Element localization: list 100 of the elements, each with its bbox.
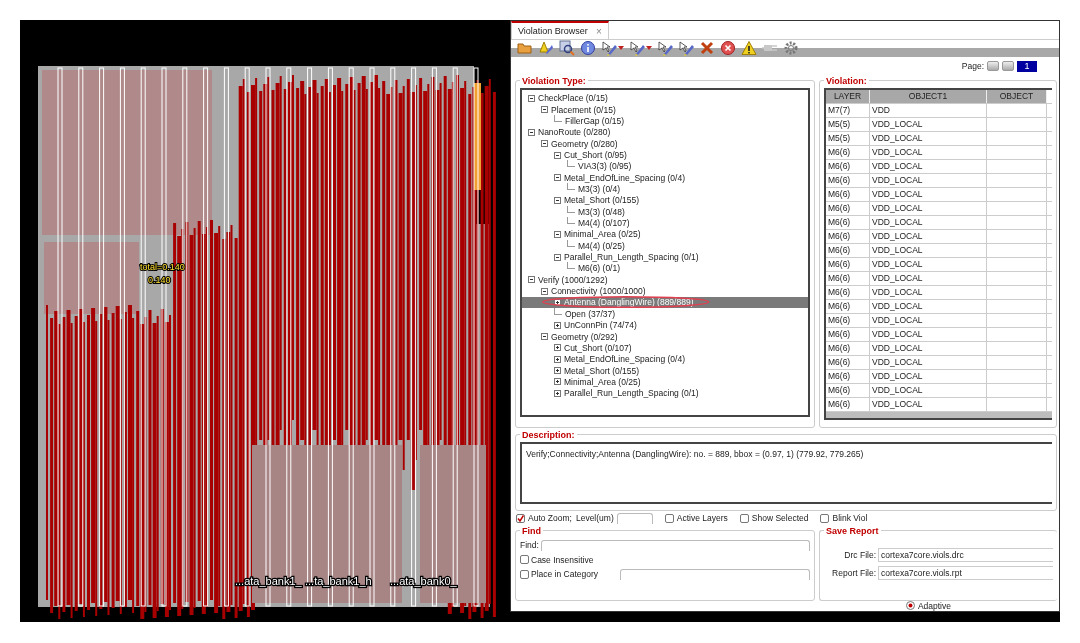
collapse-icon[interactable] xyxy=(554,151,561,159)
checkbox-label[interactable]: Blink Viol xyxy=(832,513,868,524)
tree-item[interactable]: M3(3) (0/48) xyxy=(578,206,625,217)
pen-icon[interactable] xyxy=(657,40,673,57)
table-cell: M6(6) xyxy=(826,201,870,215)
collapse-icon[interactable] xyxy=(528,128,535,136)
table-cell: M7(7) xyxy=(826,103,870,117)
page-field[interactable]: 1 xyxy=(1017,60,1037,72)
pen-icon[interactable] xyxy=(678,40,694,57)
input-field[interactable] xyxy=(540,539,810,551)
tree-item[interactable]: M6(6) (0/1) xyxy=(578,263,621,274)
column-header[interactable]: OBJECT xyxy=(987,89,1047,103)
tree-item[interactable]: Cut_Short (0/107) xyxy=(564,342,632,353)
caret-icon[interactable] xyxy=(618,46,624,51)
warning-icon[interactable] xyxy=(741,40,757,57)
checkbox-label[interactable]: Active Layers xyxy=(676,513,728,524)
expand-icon[interactable] xyxy=(554,355,561,363)
tree-item[interactable]: M4(4) (0/107) xyxy=(578,218,630,229)
checkbox[interactable] xyxy=(516,513,525,523)
table-cell: VDD_LOCAL xyxy=(870,285,987,299)
tree-item[interactable]: Placement (0/15) xyxy=(551,104,616,115)
input-field[interactable]: cortexa7core.viols.rpt xyxy=(878,565,1053,580)
zoom-icon[interactable] xyxy=(559,40,575,57)
pen-icon[interactable] xyxy=(601,40,617,57)
tree-item[interactable]: Metal_EndOfLine_Spacing (0/4) xyxy=(564,172,685,183)
tree-item[interactable]: UnConnPin (74/74) xyxy=(564,320,637,331)
checkbox-label[interactable]: Place in Category xyxy=(531,569,599,580)
expand-icon[interactable] xyxy=(554,321,561,329)
checkbox[interactable] xyxy=(664,513,674,523)
field-label: Level(um) xyxy=(575,513,614,524)
group-title: Save Report xyxy=(825,525,880,536)
input-field[interactable]: cortexa7core.viols.drc xyxy=(878,547,1053,562)
tree-item[interactable]: Metal_Short (0/155) xyxy=(564,365,640,376)
tree-item[interactable]: FillerGap (0/15) xyxy=(565,116,625,126)
tree-item[interactable]: Minimal_Area (0/25) xyxy=(564,376,641,387)
collapse-icon[interactable] xyxy=(541,140,548,148)
expand-icon[interactable] xyxy=(554,378,561,386)
marker-icon[interactable] xyxy=(538,40,554,57)
tree-item[interactable]: Geometry (0/280) xyxy=(551,138,618,149)
table-cell: M5(5) xyxy=(826,131,870,145)
description-text: Verify;Connectivity;Antenna (DanglingWire): no. = 889, bbox = (0.97, 1) (779.92, 779.265) xyxy=(526,448,864,459)
collapse-icon[interactable] xyxy=(528,94,535,102)
expand-icon[interactable] xyxy=(554,389,561,397)
tree-item[interactable]: Parallel_Run_Length_Spacing (0/1) xyxy=(564,252,699,263)
scrollbar[interactable] xyxy=(826,411,1052,418)
collapse-icon[interactable] xyxy=(541,106,548,114)
checkbox-label[interactable]: Auto Zoom; xyxy=(528,513,572,524)
expand-icon[interactable] xyxy=(554,344,561,352)
settings-icon[interactable] xyxy=(783,40,799,57)
tab[interactable]: Violation Browser × xyxy=(511,21,609,39)
checkbox-label[interactable]: Case Insensitive xyxy=(531,554,594,565)
previous-page-button[interactable] xyxy=(1002,61,1014,72)
tree-item[interactable]: Parallel_Run_Length_Spacing (0/1) xyxy=(564,388,699,399)
tree-item[interactable]: Metal_EndOfLine_Spacing (0/4) xyxy=(564,354,685,365)
tree-item[interactable]: VIA3(3) (0/95) xyxy=(578,161,632,172)
checkbox[interactable] xyxy=(739,513,749,523)
page-label: Page: xyxy=(961,61,984,72)
tree-item[interactable]: Minimal_Area (0/25) xyxy=(564,229,641,240)
tree-item[interactable]: Geometry (0/292) xyxy=(551,331,618,342)
collapse-icon[interactable] xyxy=(541,287,548,295)
column-header[interactable]: OBJECT1 xyxy=(870,89,987,103)
table-cell: M6(6) xyxy=(826,243,870,257)
delete-icon[interactable] xyxy=(699,40,715,57)
radio-label[interactable]: Adaptive xyxy=(917,600,951,611)
expand-icon[interactable] xyxy=(554,299,561,306)
tree-item[interactable]: Open (37/37) xyxy=(565,308,616,319)
expand-icon[interactable] xyxy=(554,367,561,375)
collapse-icon[interactable] xyxy=(541,333,548,340)
table-cell: M6(6) xyxy=(826,229,870,243)
info-icon[interactable] xyxy=(580,40,596,57)
tree-item[interactable]: M4(4) (0/25) xyxy=(578,240,625,251)
collapse-icon[interactable] xyxy=(554,253,561,261)
checkbox[interactable] xyxy=(820,513,830,523)
input-field[interactable] xyxy=(620,568,810,580)
input-field[interactable] xyxy=(616,512,653,524)
pen-icon[interactable] xyxy=(629,40,645,57)
checkbox[interactable] xyxy=(520,555,529,565)
table-cell: VDD_LOCAL xyxy=(870,215,987,229)
collapse-icon[interactable] xyxy=(528,276,535,284)
first-page-button[interactable] xyxy=(987,61,999,72)
group-title: Violation: xyxy=(825,75,868,86)
tree-item[interactable]: Metal_Short (0/155) xyxy=(564,195,640,206)
tree-item[interactable]: Connectivity (1000/1000) xyxy=(551,286,646,297)
tree-item[interactable]: Cut_Short (0/95) xyxy=(564,150,627,160)
tree-item[interactable]: NanoRoute (0/280) xyxy=(538,127,611,138)
checkbox-label[interactable]: Show Selected xyxy=(751,513,809,524)
collapse-icon[interactable] xyxy=(554,196,561,204)
collapse-icon[interactable] xyxy=(554,174,561,182)
tree-item[interactable]: CheckPlace (0/15) xyxy=(538,93,608,104)
tree-item[interactable]: Verify (1000/1292) xyxy=(538,274,608,285)
column-header[interactable]: LAYER xyxy=(826,89,870,103)
stop-icon[interactable] xyxy=(720,40,736,57)
folder-icon[interactable] xyxy=(517,40,533,57)
close-icon[interactable]: × xyxy=(595,25,602,37)
collapse-icon[interactable] xyxy=(554,230,561,238)
caret-icon[interactable] xyxy=(646,46,652,51)
tree-item[interactable]: M3(3) (0/4) xyxy=(578,184,621,195)
table-cell: VDD_LOCAL xyxy=(870,313,987,327)
checkbox[interactable] xyxy=(520,569,529,579)
group-title: Find xyxy=(521,525,542,536)
